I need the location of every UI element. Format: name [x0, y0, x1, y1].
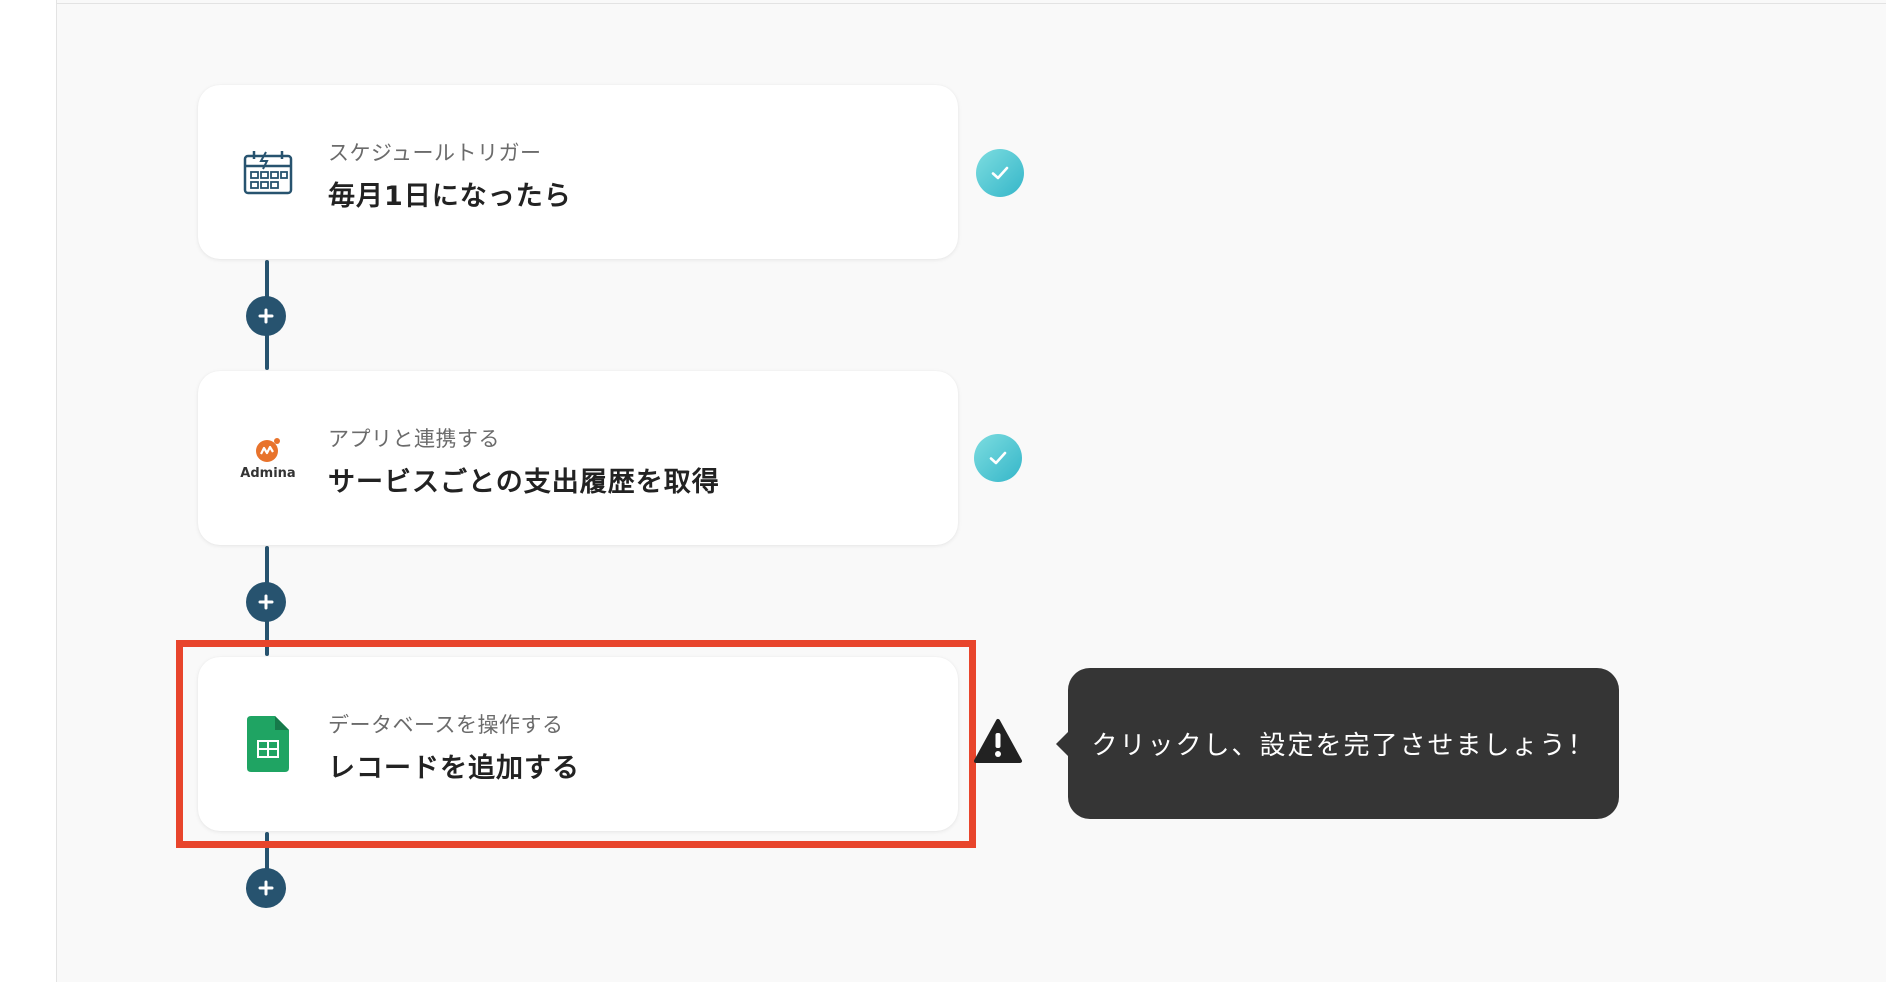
- schedule-calendar-icon: [238, 142, 298, 202]
- step-complete-check-icon: [976, 149, 1024, 197]
- add-step-button[interactable]: [246, 868, 286, 908]
- step-subtitle: アプリと連携する: [328, 427, 500, 451]
- warning-icon: [973, 718, 1023, 764]
- plus-icon: [258, 594, 274, 610]
- flow-canvas: スケジュールトリガー 毎月1日になったら Admina アプリと連携する サービ…: [56, 0, 1886, 982]
- admina-logo-label: Admina: [240, 465, 296, 481]
- top-divider: [57, 3, 1886, 4]
- step-title: レコードを追加する: [328, 753, 580, 784]
- step-subtitle: スケジュールトリガー: [328, 141, 542, 165]
- google-sheets-icon: [238, 714, 298, 774]
- step-subtitle: データベースを操作する: [328, 713, 564, 737]
- step-title: サービスごとの支出履歴を取得: [328, 467, 720, 498]
- flow-step-card-app-integration[interactable]: Admina アプリと連携する サービスごとの支出履歴を取得: [198, 371, 958, 545]
- add-step-button[interactable]: [246, 582, 286, 622]
- step-title: 毎月1日になったら: [328, 181, 572, 212]
- add-step-button[interactable]: [246, 296, 286, 336]
- tooltip-arrow: [1056, 732, 1068, 756]
- flow-step-card-database-operation[interactable]: データベースを操作する レコードを追加する: [198, 657, 958, 831]
- plus-icon: [258, 308, 274, 324]
- step-complete-check-icon: [974, 434, 1022, 482]
- flow-step-card-schedule-trigger[interactable]: スケジュールトリガー 毎月1日になったら: [198, 85, 958, 259]
- tooltip-text: クリックし、設定を完了させましょう！: [1091, 731, 1596, 761]
- setup-hint-tooltip: クリックし、設定を完了させましょう！: [1056, 668, 1619, 819]
- plus-icon: [258, 880, 274, 896]
- admina-logo-icon: Admina: [238, 428, 298, 488]
